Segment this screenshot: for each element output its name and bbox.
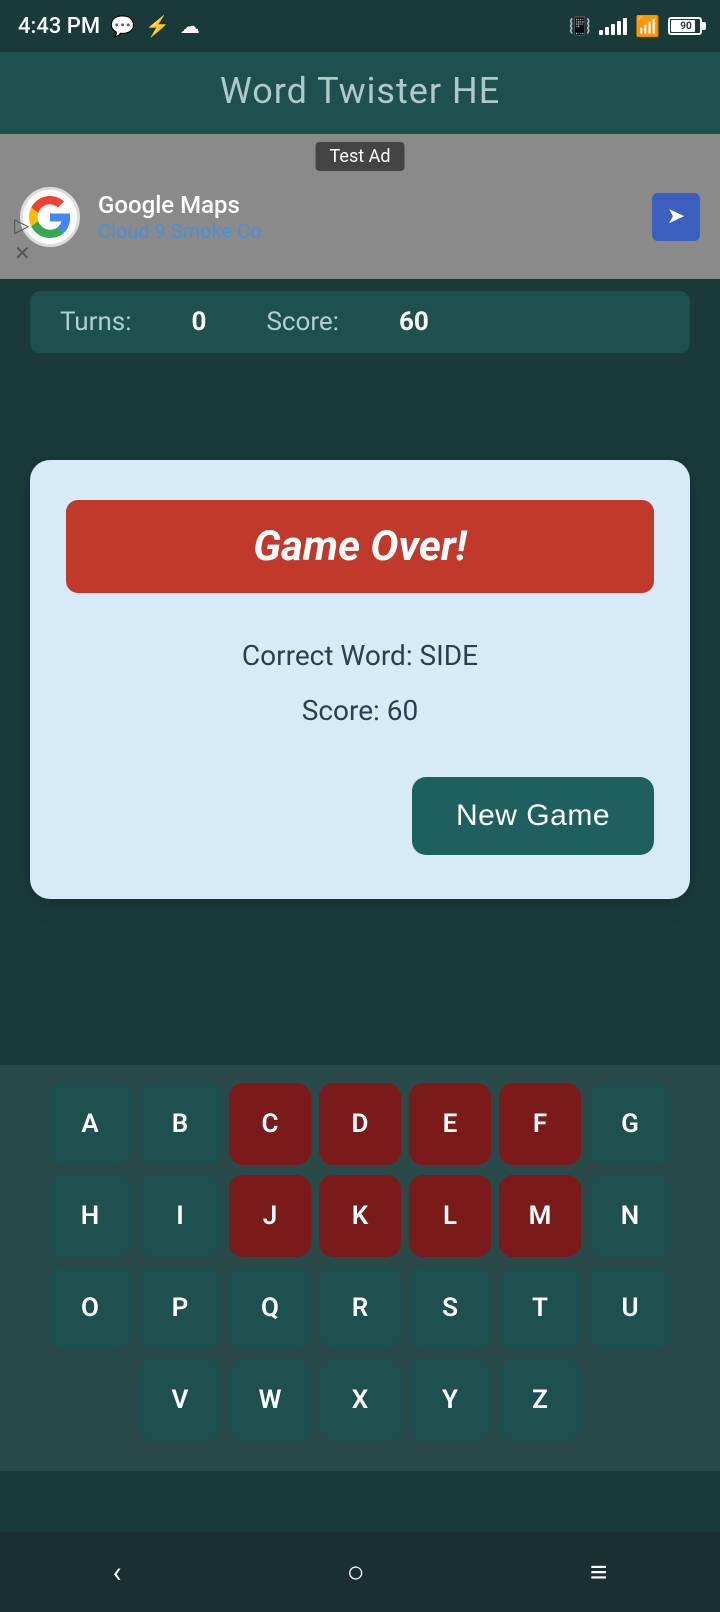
key-row: HIJKLMN (10, 1175, 710, 1257)
game-over-modal: Game Over! Correct Word: SIDE Score: 60 … (30, 460, 690, 899)
key-l[interactable]: L (409, 1175, 491, 1257)
signal-icon (599, 17, 627, 35)
key-m[interactable]: M (499, 1175, 581, 1257)
ad-text-block: Google Maps Cloud 9 Smoke Co. (98, 191, 652, 243)
key-h[interactable]: H (49, 1175, 131, 1257)
whatsapp-icon: 💬 (110, 14, 135, 38)
usb-icon: ⚡ (145, 14, 170, 38)
key-i[interactable]: I (139, 1175, 221, 1257)
vibrate-icon: 📳 (569, 16, 591, 37)
key-k[interactable]: K (319, 1175, 401, 1257)
key-g[interactable]: G (589, 1083, 671, 1165)
status-right: 📳 📶 90 (569, 14, 702, 38)
home-button[interactable]: ○ (317, 1545, 395, 1600)
menu-button[interactable]: ≡ (560, 1545, 638, 1600)
key-c[interactable]: C (229, 1083, 311, 1165)
score-label: Score: (266, 307, 339, 337)
battery-icon: 90 (668, 17, 702, 35)
time-display: 4:43 PM (18, 14, 100, 39)
game-over-text: Game Over! (253, 522, 467, 571)
key-n[interactable]: N (589, 1175, 671, 1257)
key-z[interactable]: Z (499, 1359, 581, 1441)
score-bar: Turns: 0 Score: 60 (30, 291, 690, 353)
key-row: ABCDEFG (10, 1083, 710, 1165)
ad-controls: ▷ ✕ (14, 213, 31, 265)
key-f[interactable]: F (499, 1083, 581, 1165)
new-game-button[interactable]: New Game (412, 777, 654, 855)
ad-company-name: Google Maps (98, 191, 652, 219)
wifi-icon: 📶 (635, 14, 660, 38)
keyboard: ABCDEFG HIJKLMN OPQRSTU VWXYZ (0, 1065, 720, 1471)
ad-play-icon: ▷ (14, 213, 31, 237)
status-left: 4:43 PM 💬 ⚡ ☁ (18, 14, 200, 39)
ad-arrow-icon[interactable]: ➤ (652, 193, 700, 241)
key-w[interactable]: W (229, 1359, 311, 1441)
key-e[interactable]: E (409, 1083, 491, 1165)
google-g-icon (29, 196, 71, 238)
key-p[interactable]: P (139, 1267, 221, 1349)
key-s[interactable]: S (409, 1267, 491, 1349)
app-title: Word Twister HE (220, 70, 500, 112)
status-bar: 4:43 PM 💬 ⚡ ☁ 📳 📶 90 (0, 0, 720, 52)
cloud-icon: ☁ (180, 14, 200, 38)
key-j[interactable]: J (229, 1175, 311, 1257)
key-t[interactable]: T (499, 1267, 581, 1349)
key-a[interactable]: A (49, 1083, 131, 1165)
ad-content: Google Maps Cloud 9 Smoke Co. ➤ (0, 187, 720, 247)
key-v[interactable]: V (139, 1359, 221, 1441)
ad-banner: Test Ad Google Maps Cloud 9 Smoke Co. ➤ … (0, 134, 720, 279)
nav-bar: ‹ ○ ≡ (0, 1532, 720, 1612)
game-over-banner: Game Over! (66, 500, 654, 593)
ad-label: Test Ad (316, 142, 405, 171)
turns-label: Turns: (60, 307, 132, 337)
turns-value: 0 (192, 307, 207, 337)
key-row: VWXYZ (10, 1359, 710, 1441)
key-y[interactable]: Y (409, 1359, 491, 1441)
new-game-btn-row: New Game (66, 777, 654, 855)
key-d[interactable]: D (319, 1083, 401, 1165)
key-r[interactable]: R (319, 1267, 401, 1349)
app-header: Word Twister HE (0, 52, 720, 134)
correct-word-text: Correct Word: SIDE (66, 639, 654, 672)
score-result-text: Score: 60 (66, 694, 654, 727)
key-u[interactable]: U (589, 1267, 671, 1349)
key-row: OPQRSTU (10, 1267, 710, 1349)
back-button[interactable]: ‹ (83, 1545, 152, 1600)
key-o[interactable]: O (49, 1267, 131, 1349)
key-x[interactable]: X (319, 1359, 401, 1441)
score-value: 60 (399, 307, 429, 337)
key-b[interactable]: B (139, 1083, 221, 1165)
key-q[interactable]: Q (229, 1267, 311, 1349)
ad-close-icon[interactable]: ✕ (14, 241, 31, 265)
ad-subtitle: Cloud 9 Smoke Co. (98, 219, 652, 243)
